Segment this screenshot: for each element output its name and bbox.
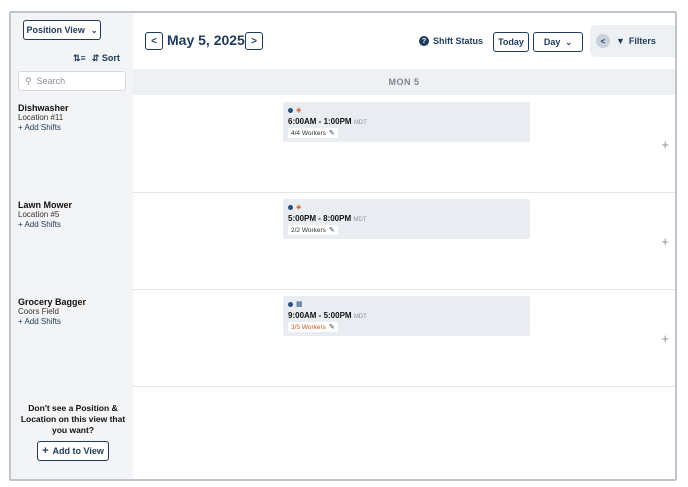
filters-label: Filters xyxy=(628,36,656,46)
shift-card[interactable]: ▦ 9:00AM - 5:00PM MDT 3/5 Workers ✎ xyxy=(283,296,530,336)
position-lawn-mower: Lawn Mower Location #5 + Add Shifts xyxy=(18,200,72,230)
add-to-view-button[interactable]: + Add to View xyxy=(37,441,109,461)
shift-timezone: MDT xyxy=(353,314,367,320)
calendar-icon: ▦ xyxy=(296,301,303,308)
add-shift-plus-icon[interactable]: + xyxy=(661,234,669,249)
shift-time: 6:00AM - 1:00PM xyxy=(288,117,352,126)
position-view-dropdown[interactable]: Position View ⌄ xyxy=(23,20,101,40)
sort-controls: ⇅≡ ⇵ Sort xyxy=(73,53,120,64)
next-day-button[interactable]: > xyxy=(245,32,263,50)
shift-time: 9:00AM - 5:00PM xyxy=(288,311,352,320)
shift-status-button[interactable]: ? Shift Status xyxy=(419,36,483,46)
row-divider xyxy=(133,289,675,290)
chevron-down-icon: ⌄ xyxy=(565,37,573,47)
calendar-main: < May 5, 2025 > ? Shift Status Today Day… xyxy=(133,13,675,479)
today-button[interactable]: Today xyxy=(493,32,529,52)
row-divider xyxy=(133,192,675,193)
chevron-left-icon[interactable]: < xyxy=(596,34,610,48)
sort-label: Sort xyxy=(101,53,120,63)
search-placeholder: Search xyxy=(36,76,66,86)
calendar-toolbar: < May 5, 2025 > ? Shift Status Today Day… xyxy=(133,13,675,69)
chevron-left-icon: < xyxy=(151,35,157,47)
food-icon: ◈ xyxy=(296,107,302,114)
shift-card[interactable]: ◈ 5:00PM - 8:00PM MDT 2/2 Workers ✎ xyxy=(283,199,530,239)
add-shift-plus-icon[interactable]: + xyxy=(661,137,669,152)
status-dot xyxy=(288,204,293,210)
dont-see-position-text: Don't see a Position & Location on this … xyxy=(20,403,126,435)
position-dishwasher: Dishwasher Location #11 + Add Shifts xyxy=(18,103,69,133)
workers-badge: 4/4 Workers ✎ xyxy=(288,128,338,138)
workers-badge: 2/2 Workers ✎ xyxy=(288,225,338,235)
search-icon: ⚲ xyxy=(25,75,32,86)
position-title: Dishwasher xyxy=(18,103,69,113)
day-label: Day xyxy=(543,37,561,47)
shift-status-label: Shift Status xyxy=(433,36,484,46)
row-divider xyxy=(133,386,675,387)
position-title: Lawn Mower xyxy=(18,200,73,210)
search-input[interactable]: ⚲ Search xyxy=(18,71,126,91)
edit-icon[interactable]: ✎ xyxy=(329,129,335,137)
filter-icon: ▼ xyxy=(616,36,625,46)
workers-count: 4/4 Workers xyxy=(291,129,326,137)
scheduler-window: Position View ⌄ ⇅≡ ⇵ Sort ⚲ Search Dishw… xyxy=(9,11,677,481)
sort-order-icon[interactable]: ⇅≡ xyxy=(73,53,86,64)
question-icon: ? xyxy=(419,36,429,46)
plus-icon: + xyxy=(42,445,49,457)
position-location: Location #5 xyxy=(18,210,60,219)
filters-panel[interactable]: < ▼ Filters xyxy=(590,25,675,57)
position-title: Grocery Bagger xyxy=(18,297,87,307)
position-view-label: Position View xyxy=(26,25,85,35)
add-shifts-link[interactable]: + Add Shifts xyxy=(18,317,86,327)
position-grocery-bagger: Grocery Bagger Coors Field + Add Shifts xyxy=(18,297,86,327)
status-dot xyxy=(288,107,293,113)
position-location: Location #11 xyxy=(18,113,64,122)
workers-count: 2/2 Workers xyxy=(291,226,326,234)
shift-card[interactable]: ◈ 6:00AM - 1:00PM MDT 4/4 Workers ✎ xyxy=(283,102,530,142)
edit-icon[interactable]: ✎ xyxy=(329,323,335,331)
status-dot xyxy=(288,301,293,307)
add-shift-plus-icon[interactable]: + xyxy=(661,331,669,346)
day-view-dropdown[interactable]: Day ⌄ xyxy=(533,32,583,52)
date-title: May 5, 2025 xyxy=(167,32,245,48)
position-location: Coors Field xyxy=(18,307,59,316)
chevron-right-icon: > xyxy=(251,35,257,47)
shift-timezone: MDT xyxy=(353,217,367,223)
workers-badge: 3/5 Workers ✎ xyxy=(288,322,338,332)
prev-day-button[interactable]: < xyxy=(145,32,163,50)
sort-button[interactable]: ⇵ Sort xyxy=(92,53,120,64)
add-shifts-link[interactable]: + Add Shifts xyxy=(18,220,72,230)
chevron-down-icon: ⌄ xyxy=(90,25,98,35)
shift-timezone: MDT xyxy=(353,120,367,126)
edit-icon[interactable]: ✎ xyxy=(329,226,335,234)
add-to-view-label: Add to View xyxy=(52,446,104,456)
add-shifts-link[interactable]: + Add Shifts xyxy=(18,123,69,133)
positions-sidebar: Position View ⌄ ⇅≡ ⇵ Sort ⚲ Search Dishw… xyxy=(11,13,133,479)
shift-time: 5:00PM - 8:00PM xyxy=(288,214,352,223)
day-column-header: MON 5 xyxy=(133,69,675,95)
workers-count: 3/5 Workers xyxy=(291,323,326,331)
food-icon: ◈ xyxy=(296,204,302,211)
